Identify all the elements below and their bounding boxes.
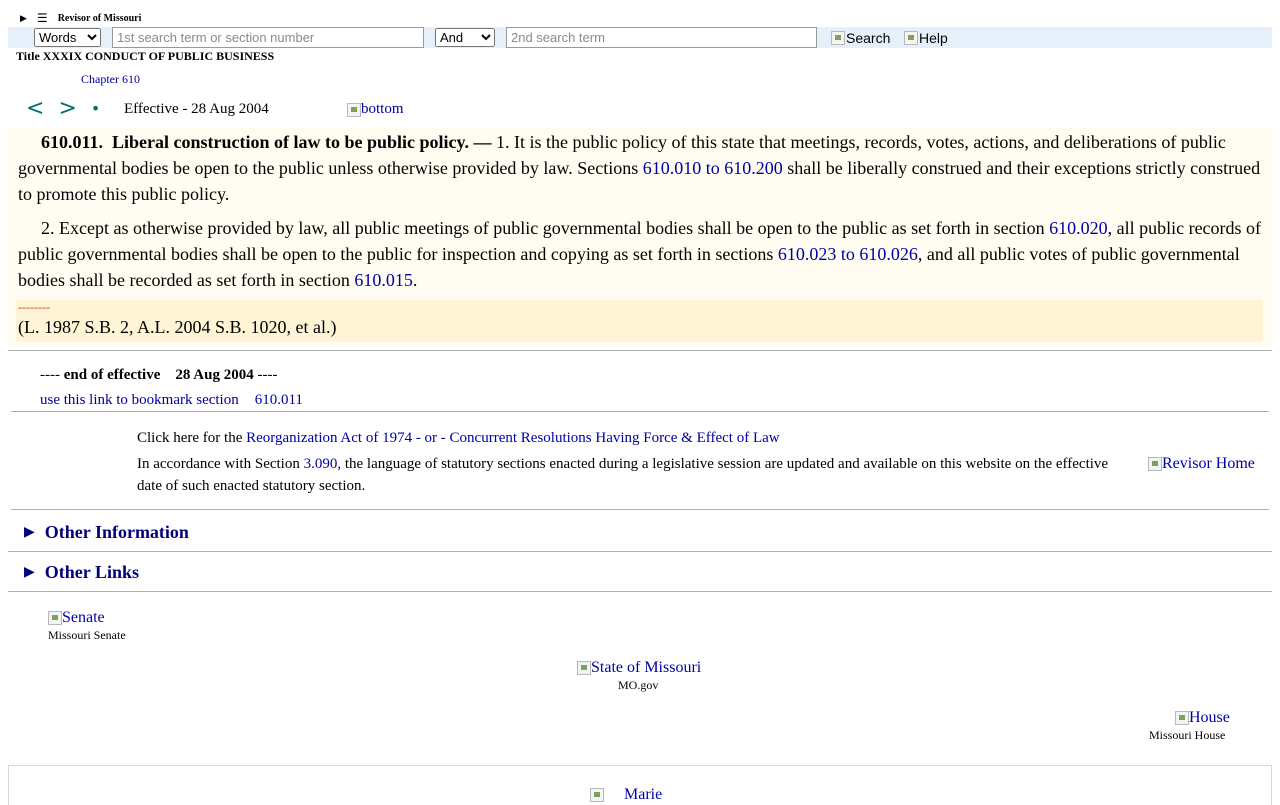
section-range-link[interactable]: 610.010 to 610.200 (643, 158, 783, 178)
senate-caption: Missouri Senate (48, 628, 126, 642)
broken-image-icon (1175, 711, 1189, 725)
notice-block: Click here for the Reorganization Act of… (137, 427, 1127, 497)
paragraph-text: 2. Except as otherwise provided by law, … (41, 218, 1050, 238)
title-heading: Title XXXIX CONDUCT OF PUBLIC BUSINESS (16, 49, 275, 63)
bookmark-link[interactable]: use this link to bookmark section 610.011 (40, 392, 303, 409)
help-button-label: Help (919, 30, 948, 46)
second-search-term-input[interactable] (506, 27, 817, 48)
broken-image-icon (1148, 457, 1162, 471)
site-header: ▶ ☰ Revisor of Missouri (20, 11, 141, 26)
broken-image-icon (347, 102, 361, 117)
next-section-icon[interactable]: > (58, 96, 76, 121)
reorganization-act-link[interactable]: Reorganization Act of 1974 - or - Concur… (246, 430, 779, 446)
end-of-effective: ---- end of effective 28 Aug 2004 ---- (40, 367, 277, 384)
section-range-link-610-023[interactable]: 610.023 to 610.026 (778, 244, 918, 264)
marie-image-alt: Marie (624, 786, 663, 803)
history-note: (L. 1987 S.B. 2, A.L. 2004 S.B. 1020, et… (18, 317, 337, 337)
house-image-alt: House (1189, 709, 1230, 726)
divider (8, 551, 1272, 552)
expand-triangle-icon: ▶ (24, 525, 35, 540)
section-nav: < > • (26, 96, 100, 121)
state-of-missouri-link[interactable]: State of Missouri (577, 659, 701, 677)
search-mode-select[interactable]: Words (34, 28, 101, 47)
revisor-home-label: Revisor Home (1162, 455, 1255, 472)
bottom-link[interactable]: bottom (347, 101, 404, 118)
section-link-610-015[interactable]: 610.015 (354, 270, 413, 290)
bookmark-section: 610.011 (254, 392, 303, 408)
statute-text: 610.011. Liberal construction of law to … (8, 128, 1272, 346)
section-link-610-020[interactable]: 610.020 (1049, 218, 1108, 238)
bookmark-text: use this link to bookmark section (40, 392, 239, 408)
statute-paragraph-1: 610.011. Liberal construction of law to … (18, 129, 1266, 207)
help-button[interactable]: Help (904, 30, 948, 46)
broken-image-icon (831, 31, 845, 45)
divider (11, 509, 1269, 510)
end-suffix: ---- (253, 367, 278, 383)
broken-image-icon (577, 661, 591, 675)
first-search-term-input[interactable] (112, 27, 424, 48)
senate-image-alt: Senate (62, 609, 105, 626)
end-prefix: ---- (40, 367, 64, 383)
paragraph-text: . (412, 270, 418, 290)
effective-notice-line: In accordance with Section 3.090, the la… (137, 453, 1127, 497)
search-button[interactable]: Search (831, 30, 890, 46)
expand-toggle-icon[interactable]: ▶ (20, 13, 27, 24)
marie-link[interactable]: Marie (590, 786, 662, 804)
broken-image-icon (904, 31, 918, 45)
state-image-alt: State of Missouri (591, 659, 702, 676)
chapter-index-icon[interactable]: • (91, 99, 100, 124)
divider (11, 411, 1269, 412)
mo-gov-caption: MO.gov (618, 678, 659, 692)
section-heading: Liberal construction of law to be public… (112, 132, 492, 152)
divider (8, 350, 1272, 351)
bottom-link-label: bottom (361, 101, 404, 117)
section-3-090-link[interactable]: 3.090 (304, 456, 338, 472)
notice-text: Click here for the (137, 430, 247, 446)
search-button-label: Search (846, 30, 891, 46)
reorganization-line: Click here for the Reorganization Act of… (137, 427, 1127, 449)
expand-triangle-icon: ▶ (24, 565, 35, 580)
broken-image-icon (48, 611, 62, 625)
other-information-toggle[interactable]: ▶ Other Information (24, 522, 189, 543)
section-number: 610.011. (41, 132, 104, 152)
house-caption: Missouri House (1149, 728, 1226, 742)
end-label: end of effective (63, 367, 161, 383)
divider (8, 591, 1272, 592)
statute-paragraph-2: 2. Except as otherwise provided by law, … (18, 215, 1266, 293)
previous-section-icon[interactable]: < (26, 96, 44, 121)
other-links-label: Other Links (44, 562, 139, 582)
chapter-link[interactable]: Chapter 610 (81, 72, 140, 87)
menu-icon[interactable]: ☰ (37, 11, 48, 26)
house-link[interactable]: House (1175, 709, 1230, 727)
revisor-home-link[interactable]: Revisor Home (1148, 455, 1255, 473)
site-name: Revisor of Missouri (57, 13, 142, 24)
conjunction-select[interactable]: And (435, 28, 495, 47)
history-divider: -------- (18, 300, 50, 314)
senate-link[interactable]: Senate (48, 609, 105, 627)
other-links-toggle[interactable]: ▶ Other Links (24, 562, 139, 583)
history-box: -------- (L. 1987 S.B. 2, A.L. 2004 S.B.… (16, 300, 1263, 342)
end-date: 28 Aug 2004 (175, 367, 254, 383)
notice-text: In accordance with Section (137, 456, 304, 472)
effective-date: Effective - 28 Aug 2004 (124, 101, 269, 117)
other-information-label: Other Information (44, 522, 189, 542)
